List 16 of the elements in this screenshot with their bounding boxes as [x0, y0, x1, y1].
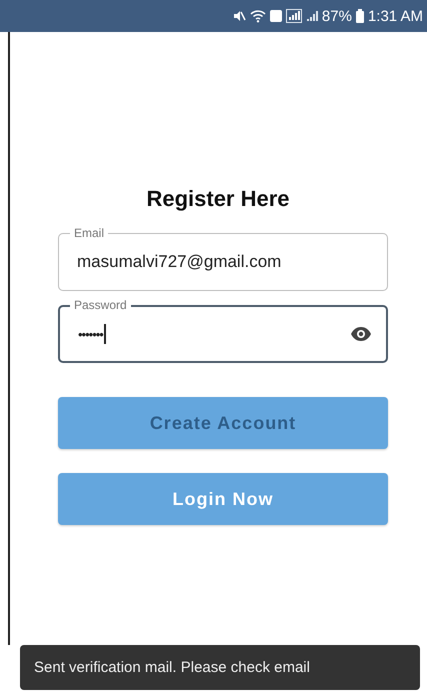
field-label: Password [70, 298, 131, 312]
eye-icon[interactable] [350, 326, 372, 342]
field-label: Email [70, 226, 108, 240]
page-title: Register Here [145, 186, 291, 212]
clock: 1:31 AM [368, 8, 423, 24]
battery-icon [356, 9, 364, 23]
text-cursor [104, 324, 106, 344]
wifi-icon [250, 9, 266, 23]
snackbar: Sent verification mail. Please check email [20, 645, 420, 690]
battery-level: 87% [322, 8, 352, 24]
signal-icon [306, 10, 318, 22]
mute-icon [232, 9, 246, 23]
signal-icon [286, 9, 302, 23]
field-value: masumalvi727@gmail.com [77, 252, 282, 272]
field-value: ••••••• [78, 326, 103, 342]
data-icon [270, 10, 282, 22]
